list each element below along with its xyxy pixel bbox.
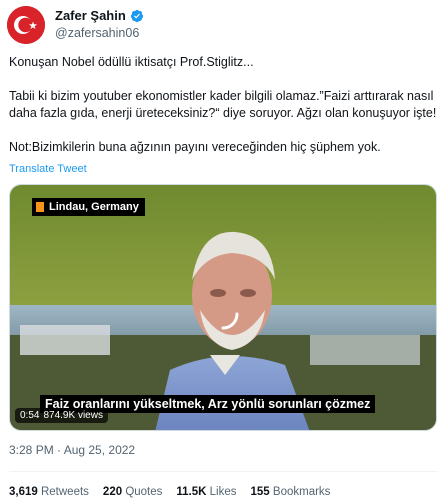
video-views: 874.9K views	[43, 410, 103, 421]
quotes-label: Quotes	[125, 486, 163, 498]
verified-badge-icon	[130, 9, 143, 22]
tweet-text: Konuşan Nobel ödüllü iktisatçı Prof.Stig…	[9, 54, 437, 156]
tweet-stats: 3,619 Retweets 220 Quotes 11.5K Likes 15…	[9, 486, 330, 498]
quotes-count: 220	[102, 486, 123, 498]
likes-label: Likes	[209, 486, 237, 498]
video-location-text: Lindau, Germany	[49, 201, 139, 213]
tweet-timestamp[interactable]: 3:28 PM · Aug 25, 2022	[9, 443, 135, 457]
loading-spinner-icon	[221, 312, 239, 330]
video-duration: 0:54	[20, 410, 40, 421]
tweet-paragraph-2: Tabii ki bizim youtuber ekonomistler kad…	[9, 89, 437, 120]
turkish-flag-avatar-icon	[7, 6, 45, 44]
location-marker-icon	[36, 202, 44, 212]
divider	[9, 471, 437, 472]
avatar[interactable]	[7, 6, 45, 44]
author-name-row: Zafer Şahin	[55, 8, 144, 23]
retweets-count: 3,619	[9, 486, 38, 498]
bookmarks-count: 155	[250, 486, 270, 498]
tweet-paragraph-1: Konuşan Nobel ödüllü iktisatçı Prof.Stig…	[9, 55, 254, 69]
author-display-name[interactable]: Zafer Şahin	[55, 8, 126, 23]
video-location-label: Lindau, Germany	[32, 198, 145, 216]
author-handle[interactable]: @zafersahin06	[55, 26, 139, 40]
video-duration-views: 0:54 874.9K views	[15, 408, 108, 423]
likes-stat[interactable]: 11.5K Likes	[176, 486, 236, 498]
video-player[interactable]: Lindau, Germany Faiz oranlarını yükseltm…	[9, 184, 437, 431]
bookmarks-label: Bookmarks	[272, 486, 331, 498]
tweet-paragraph-3: Not:Bizimkilerin buna ağzının payını ver…	[9, 140, 381, 154]
retweets-label: Retweets	[40, 486, 89, 498]
retweets-stat[interactable]: 3,619 Retweets	[9, 486, 89, 498]
translate-tweet-link[interactable]: Translate Tweet	[9, 163, 87, 175]
quotes-stat[interactable]: 220 Quotes	[103, 486, 162, 498]
bookmarks-stat[interactable]: 155 Bookmarks	[251, 486, 331, 498]
likes-count: 11.5K	[176, 486, 207, 498]
